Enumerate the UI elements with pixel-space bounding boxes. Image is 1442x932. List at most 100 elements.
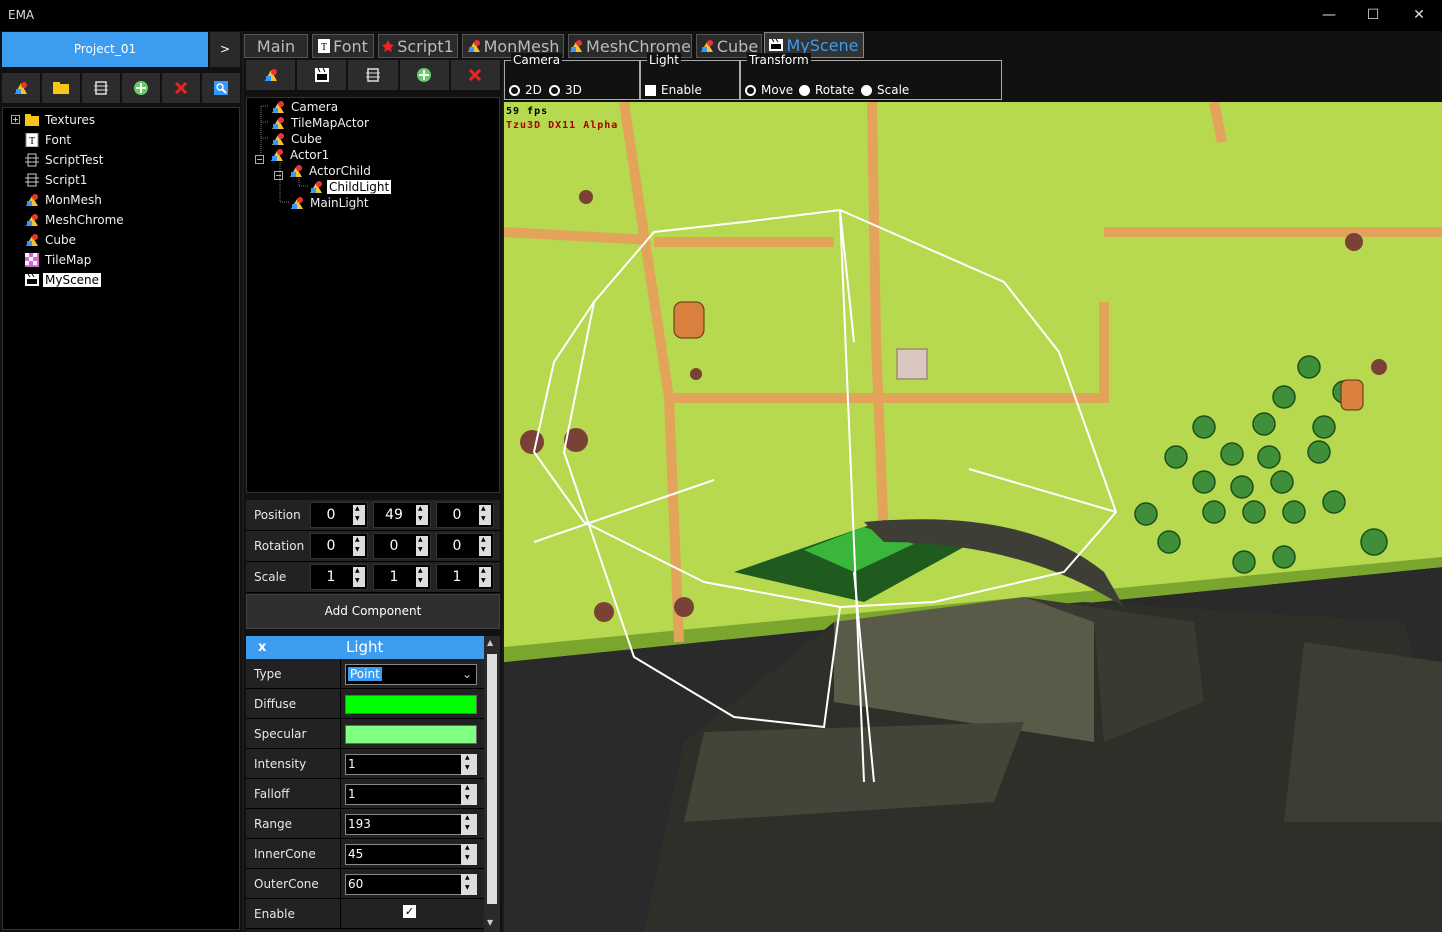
tree-item-label: MyScene [43, 273, 102, 287]
spinner[interactable] [461, 814, 477, 835]
scale-y-input[interactable]: 1 [373, 564, 431, 590]
scroll-down-icon[interactable]: ▼ [487, 918, 493, 927]
diffuse-color-swatch[interactable] [345, 695, 477, 714]
tab-main[interactable]: Main [244, 34, 308, 58]
add-button[interactable] [122, 73, 160, 103]
chevron-down-icon: ⌄ [461, 667, 472, 681]
innercone-input[interactable]: 45 [345, 844, 463, 865]
scene-icon [314, 67, 329, 82]
tree-item-monmesh[interactable]: MonMesh [25, 191, 104, 209]
expand-panel-button[interactable]: > [210, 32, 240, 67]
document-tabs: Main T Font Script1 MonMesh MeshChrome C… [244, 31, 1442, 58]
add-actor-button[interactable] [246, 60, 296, 90]
component-scrollbar[interactable]: ▲ ▼ [484, 636, 500, 932]
scroll-thumb[interactable] [487, 654, 497, 904]
project-name-button[interactable]: Project_01 [2, 32, 208, 67]
enable-checkbox[interactable]: ✓ [403, 905, 416, 918]
spinner[interactable] [461, 844, 477, 865]
new-mesh-button[interactable] [2, 73, 40, 103]
cube [896, 348, 928, 380]
mesh-icon [26, 214, 38, 226]
outercone-input[interactable]: 60 [345, 874, 463, 895]
intensity-row: Intensity 1 [246, 749, 484, 779]
script-component-button[interactable] [348, 60, 398, 90]
tree-item-textures[interactable]: + Textures [11, 111, 97, 129]
falloff-input[interactable]: 1 [345, 784, 463, 805]
spinner[interactable] [461, 874, 477, 895]
spinner[interactable] [353, 536, 365, 556]
specular-row: Specular [246, 719, 484, 749]
spinner[interactable] [479, 567, 491, 587]
new-scene-button[interactable] [297, 60, 347, 90]
mesh-icon [700, 40, 713, 52]
svg-text:T: T [29, 136, 35, 147]
spinner[interactable] [461, 784, 477, 805]
position-x-input[interactable]: 0 [310, 502, 368, 528]
tree-item-font[interactable]: T Font [25, 131, 73, 149]
spinner[interactable] [479, 536, 491, 556]
close-button[interactable]: ✕ [1396, 0, 1442, 31]
scale-x-input[interactable]: 1 [310, 564, 368, 590]
collapse-toggle[interactable]: − [255, 154, 264, 164]
tree-item-meshchrome[interactable]: MeshChrome [25, 211, 126, 229]
position-z-input[interactable]: 0 [436, 502, 494, 528]
tab-script1[interactable]: Script1 [378, 34, 458, 58]
delete-icon [174, 81, 188, 95]
position-label: Position [254, 508, 301, 522]
tree-item-label: Script1 [45, 173, 88, 187]
remove-component-button[interactable]: x [258, 640, 266, 655]
spinner[interactable] [353, 567, 365, 587]
camera-2d-radio[interactable]: 2D [509, 83, 542, 97]
delete-icon [469, 68, 482, 82]
rotation-x-input[interactable]: 0 [310, 533, 368, 559]
spinner[interactable] [416, 505, 428, 525]
light-enable-checkbox[interactable]: Enable [645, 83, 702, 97]
rotate-radio[interactable]: Rotate [799, 83, 854, 97]
search-button[interactable] [202, 73, 240, 103]
rotation-z-input[interactable]: 0 [436, 533, 494, 559]
camera-3d-radio[interactable]: 3D [549, 83, 582, 97]
add-component-button[interactable]: Add Component [246, 594, 500, 629]
open-folder-button[interactable] [42, 73, 80, 103]
scene-viewport[interactable]: 59 fps Tzu3D DX11 Alpha [504, 102, 1442, 932]
rotation-label: Rotation [254, 539, 305, 553]
spinner[interactable] [416, 567, 428, 587]
tree-item-tilemap[interactable]: TileMap [25, 251, 93, 269]
script-icon [94, 81, 108, 95]
delete-button[interactable] [162, 73, 200, 103]
move-radio[interactable]: Move [745, 83, 793, 97]
tree-item-cube[interactable]: Cube [25, 231, 78, 249]
scale-label: Scale [254, 570, 287, 584]
type-select[interactable]: Point ⌄ [345, 664, 477, 685]
add-child-button[interactable] [399, 60, 449, 90]
rotation-y-input[interactable]: 0 [373, 533, 431, 559]
tree-item-scripttest[interactable]: ScriptTest [25, 151, 105, 169]
viewport-controls: Camera 2D 3D Light Enable Transform Move… [504, 53, 1442, 102]
project-tree[interactable]: + Textures T Font ScriptTest Script1 Mon… [2, 107, 240, 930]
scale-z-input[interactable]: 1 [436, 564, 494, 590]
specular-color-swatch[interactable] [345, 725, 477, 744]
range-input[interactable]: 193 [345, 814, 463, 835]
delete-actor-button[interactable] [450, 60, 501, 90]
spinner[interactable] [353, 505, 365, 525]
script-button[interactable] [82, 73, 120, 103]
collapse-toggle[interactable]: − [274, 170, 283, 180]
tree-item-myscene[interactable]: MyScene [25, 271, 102, 289]
spinner[interactable] [479, 505, 491, 525]
scroll-up-icon[interactable]: ▲ [487, 638, 493, 647]
outercone-label: OuterCone [254, 877, 319, 891]
scene-item-mainlight[interactable]: MainLight [290, 194, 371, 212]
maximize-button[interactable]: ☐ [1350, 0, 1396, 31]
scale-radio[interactable]: Scale [861, 83, 909, 97]
intensity-input[interactable]: 1 [345, 754, 463, 775]
tree-item-script1[interactable]: Script1 [25, 171, 89, 189]
enable-label: Enable [254, 907, 295, 921]
scene-tree[interactable]: Camera TileMapActor Cube − Actor1 − Acto… [246, 97, 500, 493]
spinner[interactable] [416, 536, 428, 556]
expand-toggle[interactable]: + [11, 115, 20, 124]
stone-steps [1284, 642, 1442, 822]
tab-font[interactable]: T Font [312, 34, 374, 58]
position-y-input[interactable]: 49 [373, 502, 431, 528]
spinner[interactable] [461, 754, 477, 775]
minimize-button[interactable]: — [1306, 0, 1352, 31]
